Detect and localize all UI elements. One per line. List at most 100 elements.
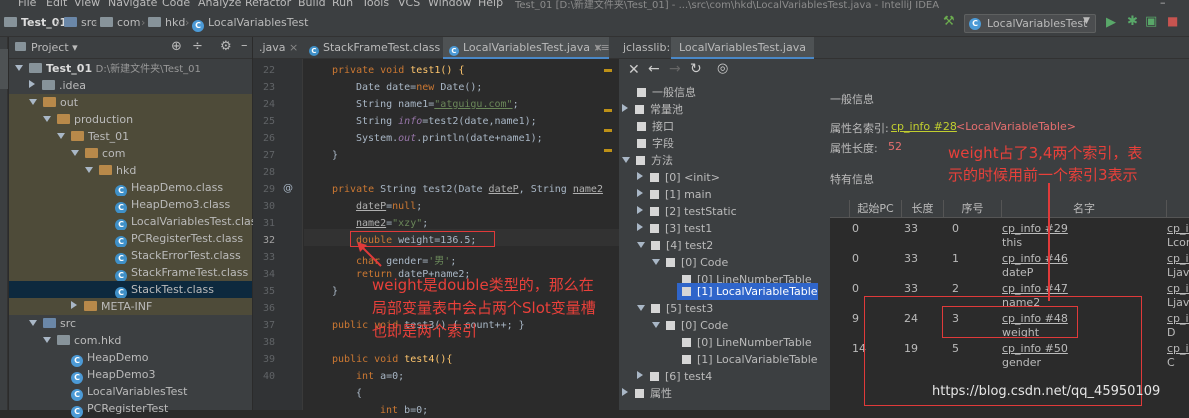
- column-header[interactable]: 名字: [1002, 200, 1167, 218]
- column-header[interactable]: 长度: [902, 200, 944, 218]
- code-line: name2="xzy";: [356, 218, 429, 229]
- tree-item-test01[interactable]: Test_01: [9, 128, 252, 145]
- tree-item-com[interactable]: com: [9, 145, 252, 162]
- jc-item[interactable]: [0] Code: [619, 317, 728, 334]
- jc-item[interactable]: [0] <init>: [619, 169, 720, 186]
- jc-item[interactable]: 一般信息: [619, 84, 696, 101]
- tab-stackframetest[interactable]: CStackFrameTest.class ×: [303, 37, 459, 59]
- run-config-label: LocalVariablesTest: [987, 17, 1088, 30]
- cell-desc-link[interactable]: cp_in: [1167, 282, 1189, 295]
- tree-item-src[interactable]: src: [9, 315, 252, 332]
- jc-item[interactable]: 属性: [619, 385, 672, 402]
- tree-item-production[interactable]: production: [9, 111, 252, 128]
- menu-tools[interactable]: Tools: [362, 0, 389, 9]
- tree-item-class[interactable]: C StackFrameTest.class: [9, 264, 252, 282]
- tree-item-package[interactable]: com.hkd: [9, 332, 252, 349]
- coverage-icon[interactable]: ▣: [1145, 14, 1157, 29]
- breadcrumb-file[interactable]: C LocalVariablesTest: [192, 16, 308, 32]
- column-header[interactable]: 序号: [944, 200, 1002, 218]
- stop-icon[interactable]: ■: [1167, 14, 1178, 28]
- jc-item[interactable]: [1] main: [619, 186, 712, 203]
- gear-icon[interactable]: ⚙: [220, 39, 232, 54]
- cell-desc-link[interactable]: cp_in: [1167, 222, 1189, 235]
- menu-run[interactable]: Run: [332, 0, 353, 9]
- line-number: 35: [262, 286, 275, 297]
- cell-link[interactable]: cp_info #29: [1002, 222, 1068, 235]
- menu-refactor[interactable]: Refactor: [245, 0, 291, 9]
- menu-help[interactable]: Help: [478, 0, 503, 9]
- menu-analyze[interactable]: Analyze: [198, 0, 241, 9]
- forward-icon[interactable]: →: [669, 61, 681, 77]
- menu-window[interactable]: Window: [428, 0, 471, 9]
- project-view-select[interactable]: Project ▾: [31, 41, 78, 54]
- tab-overflow-icon[interactable]: ▾≡: [589, 37, 616, 59]
- jc-item[interactable]: [3] test1: [619, 220, 712, 237]
- cell-desc-link[interactable]: cp_in: [1167, 342, 1189, 355]
- override-icon[interactable]: @: [283, 183, 293, 194]
- tree-item-root[interactable]: Test_01 D:\新建文件夹\Test_01: [9, 60, 252, 77]
- attr-name-link[interactable]: cp_info #28: [891, 120, 957, 133]
- tree-item-class-selected[interactable]: C StackTest.class: [9, 281, 252, 299]
- tree-item-class[interactable]: C HeapDemo3.class: [9, 196, 252, 214]
- menu-vcs[interactable]: VCS: [398, 0, 420, 9]
- debug-icon[interactable]: ✱: [1127, 14, 1138, 29]
- column-header[interactable]: 起始PC: [850, 200, 902, 218]
- menu-code[interactable]: Code: [162, 0, 190, 9]
- menu-navigate[interactable]: Navigate: [108, 0, 157, 9]
- column-header[interactable]: [1167, 200, 1189, 218]
- menu-edit[interactable]: Edit: [46, 0, 67, 9]
- tab-java[interactable]: .java ×: [253, 37, 304, 59]
- jc-item[interactable]: 字段: [619, 135, 674, 152]
- breadcrumb-com[interactable]: com: [100, 16, 141, 29]
- breadcrumb-hkd[interactable]: hkd: [148, 16, 185, 29]
- jc-item[interactable]: [4] test2: [619, 237, 713, 254]
- minimize-icon[interactable]: –: [1160, 0, 1166, 9]
- jc-item[interactable]: 常量池: [619, 101, 683, 118]
- run-config-select[interactable]: C LocalVariablesTest ▼: [964, 14, 1096, 33]
- tree-item-out[interactable]: out: [9, 94, 252, 111]
- close-icon[interactable]: ✕: [628, 62, 640, 78]
- jc-item[interactable]: 接口: [619, 118, 674, 135]
- cell-link[interactable]: cp_info #46: [1002, 252, 1068, 265]
- annotation-arrow: [357, 242, 382, 267]
- cell-desc-link[interactable]: cp_in: [1167, 252, 1189, 265]
- hammer-icon[interactable]: ⚒: [943, 15, 955, 28]
- jc-item[interactable]: [5] test3: [619, 300, 713, 317]
- jc-item[interactable]: [1] LocalVariableTable: [619, 351, 818, 368]
- jc-item-selected[interactable]: [1] LocalVariableTable: [677, 283, 818, 300]
- tree-item-source[interactable]: C LocalVariablesTest: [9, 383, 252, 401]
- code-editor[interactable]: private void test1() { Date date=new Dat…: [304, 59, 619, 416]
- tree-item-hkd[interactable]: hkd: [9, 162, 252, 179]
- locate-icon[interactable]: ⊕: [171, 39, 182, 54]
- line-number: 34: [262, 269, 275, 280]
- tree-item-source[interactable]: C PCRegisterTest: [9, 400, 252, 418]
- hide-icon[interactable]: –: [241, 38, 248, 53]
- tree-item-class[interactable]: C HeapDemo.class: [9, 179, 252, 197]
- tree-item-idea[interactable]: .idea: [9, 77, 252, 94]
- tab-localvariablestest[interactable]: C LocalVariablesTest.java ×: [443, 37, 609, 59]
- jc-item[interactable]: 方法: [619, 152, 673, 169]
- menu-file[interactable]: File: [18, 0, 36, 9]
- column-header[interactable]: [830, 200, 850, 218]
- back-icon[interactable]: ←: [648, 61, 660, 77]
- jc-item[interactable]: [0] LineNumberTable: [619, 334, 812, 351]
- refresh-icon[interactable]: ↻: [690, 61, 702, 77]
- tree-item-source[interactable]: C HeapDemo: [9, 349, 252, 367]
- tree-item-class[interactable]: C LocalVariablesTest.class: [9, 213, 262, 231]
- cell-desc-link[interactable]: cp_in: [1167, 312, 1189, 325]
- project-tool-button[interactable]: [0, 49, 8, 89]
- browser-icon[interactable]: ◎: [717, 61, 728, 76]
- run-icon[interactable]: ▶: [1106, 15, 1116, 30]
- jc-item[interactable]: [0] Code: [619, 254, 728, 271]
- menu-build[interactable]: Build: [298, 0, 326, 9]
- cell-link[interactable]: cp_info #47: [1002, 282, 1068, 295]
- tab-jclasslib-file[interactable]: LocalVariablesTest.java: [671, 37, 814, 59]
- collapse-icon[interactable]: ÷: [192, 39, 203, 54]
- tree-item-class[interactable]: C PCRegisterTest.class: [9, 230, 252, 248]
- tree-item-class[interactable]: C StackErrorTest.class: [9, 247, 252, 265]
- tree-item-source[interactable]: C HeapDemo3: [9, 366, 252, 384]
- jc-item[interactable]: [6] test4: [619, 368, 712, 385]
- menu-view[interactable]: View: [74, 0, 100, 9]
- tree-item-meta-inf[interactable]: META-INF: [9, 298, 252, 315]
- jc-item[interactable]: [2] testStatic: [619, 203, 737, 220]
